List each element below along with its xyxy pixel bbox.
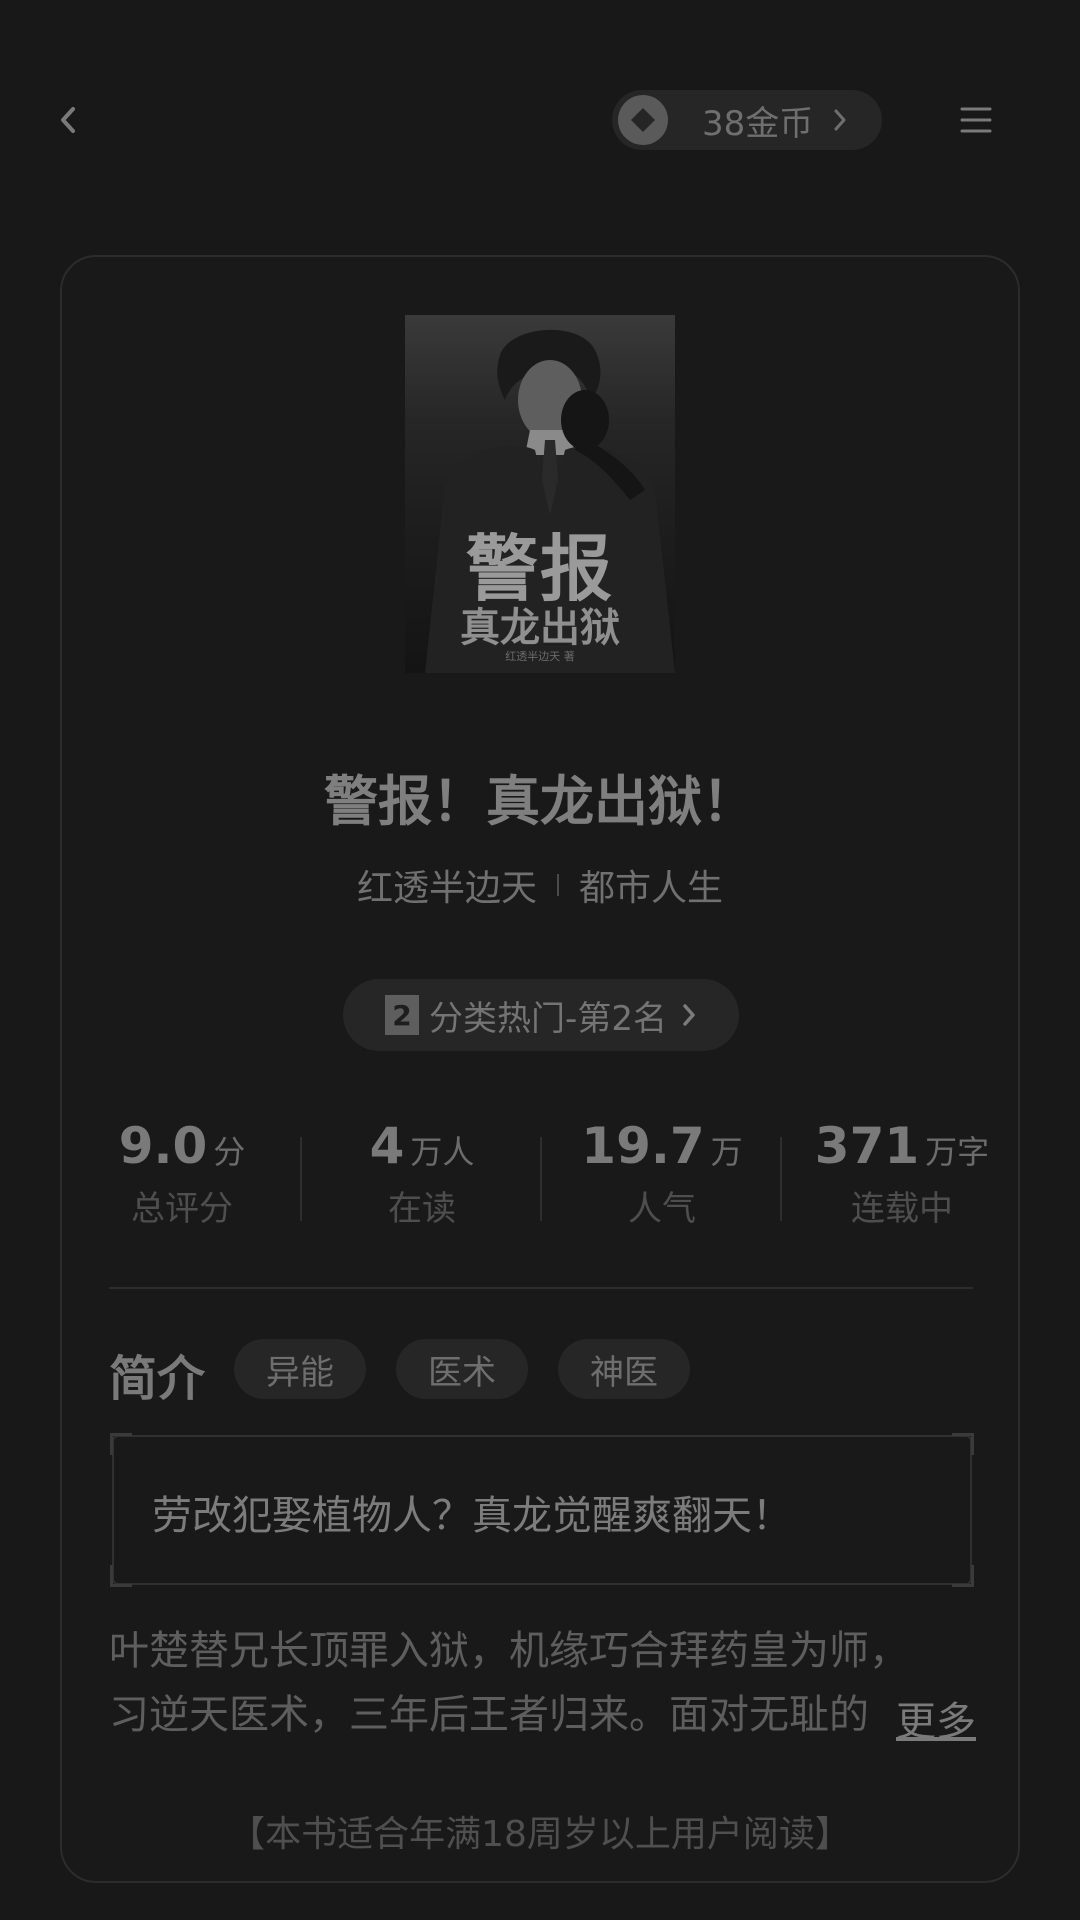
- more-button[interactable]: 更多: [890, 1689, 976, 1747]
- corner-ornament: [952, 1433, 974, 1455]
- stat-value: 9.0: [118, 1117, 208, 1175]
- stat-rating: 9.0 分 总评分: [62, 1117, 302, 1230]
- rank-button[interactable]: 2 分类热门-第2名: [343, 979, 739, 1051]
- chevron-right-icon: [681, 1002, 697, 1028]
- tag-chip[interactable]: 异能: [234, 1339, 366, 1399]
- stat-unit: 分: [213, 1133, 246, 1171]
- rank-label: 分类热门-第2名: [429, 998, 667, 1039]
- corner-ornament: [952, 1565, 974, 1587]
- stat-readers: 4 万人 在读: [302, 1117, 542, 1230]
- rank-badge-icon: 2: [385, 995, 420, 1035]
- tagline-text: 劳改犯娶植物人？真龙觉醒爽翻天！: [152, 1493, 792, 1539]
- coin-balance-label: 38金币: [702, 103, 814, 144]
- hamburger-menu-icon: [960, 107, 992, 133]
- book-meta: 红透半边天 都市人生: [62, 859, 1018, 911]
- stat-popularity: 19.7 万 人气: [542, 1117, 782, 1230]
- tagline-box: 劳改犯娶植物人？真龙觉醒爽翻天！: [110, 1433, 974, 1587]
- back-button[interactable]: [48, 100, 88, 140]
- book-description: 叶楚替兄长顶罪入狱，机缘巧合拜药皇为师， 习逆天医术，三年后王者归来。面对无耻的: [109, 1619, 979, 1747]
- stat-label: 人气: [628, 1189, 696, 1229]
- tag-chip[interactable]: 神医: [558, 1339, 690, 1399]
- stat-label: 连载中: [851, 1189, 953, 1229]
- tag-chip[interactable]: 医术: [396, 1339, 528, 1399]
- stat-value: 4: [369, 1117, 405, 1175]
- cover-subtitle: 真龙出狱: [460, 605, 620, 651]
- stat-unit: 万: [710, 1133, 743, 1171]
- author-link[interactable]: 红透半边天: [357, 859, 537, 911]
- description-line: 叶楚替兄长顶罪入狱，机缘巧合拜药皇为师，: [109, 1628, 909, 1674]
- coin-icon: [618, 95, 668, 145]
- stat-label: 总评分: [131, 1189, 233, 1229]
- cover-author: 红透半边天 著: [505, 650, 575, 663]
- chevron-right-icon: [833, 106, 857, 134]
- corner-ornament: [110, 1433, 132, 1455]
- chevron-left-icon: [61, 107, 75, 133]
- stat-value: 371: [814, 1117, 920, 1175]
- section-divider: [109, 1287, 973, 1289]
- coin-balance-button[interactable]: 38金币: [612, 90, 882, 150]
- stat-value: 19.7: [581, 1117, 705, 1175]
- corner-ornament: [110, 1565, 132, 1587]
- stats-row: 9.0 分 总评分 4 万人 在读 19.7 万 人气 371 万字 连载中: [62, 1117, 1018, 1237]
- category-link[interactable]: 都市人生: [579, 859, 723, 911]
- book-detail-card: 警报 真龙出狱 红透半边天 著 警报！真龙出狱！ 红透半边天 都市人生 2 分类…: [60, 255, 1020, 1883]
- age-notice: 【本书适合年满18周岁以上用户阅读】: [229, 1814, 851, 1855]
- stat-unit: 万字: [925, 1133, 990, 1171]
- intro-heading: 简介: [109, 1351, 206, 1407]
- book-title: 警报！真龙出狱！: [324, 770, 756, 833]
- stat-label: 在读: [388, 1189, 456, 1229]
- menu-button[interactable]: [958, 102, 994, 138]
- description-line: 习逆天医术，三年后王者归来。面对无耻的: [109, 1692, 869, 1738]
- stat-unit: 万人: [410, 1133, 475, 1171]
- meta-divider: [557, 874, 559, 896]
- stat-word-count: 371 万字 连载中: [782, 1117, 1022, 1230]
- book-cover[interactable]: 警报 真龙出狱 红透半边天 著: [405, 315, 675, 673]
